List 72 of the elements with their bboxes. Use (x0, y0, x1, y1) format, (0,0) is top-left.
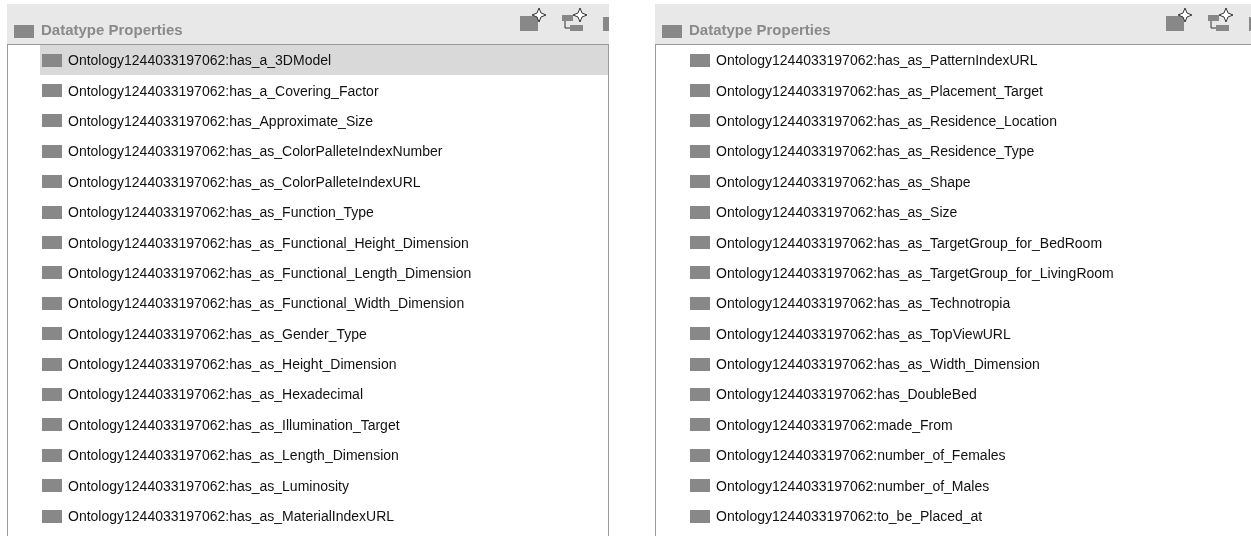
property-icon (690, 479, 710, 493)
property-icon (690, 236, 710, 250)
tree-item[interactable]: Ontology1244033197062:has_as_Functional_Width_Dimension (40, 288, 608, 319)
property-icon (690, 388, 710, 401)
property-icon (42, 114, 62, 128)
tree-item[interactable]: Ontology1244033197062:has_as_Hexadecimal (40, 379, 608, 410)
property-icon (42, 479, 62, 493)
tree-item[interactable]: Ontology1244033197062:has_as_PatternIndexURL (688, 45, 1251, 76)
property-icon (42, 175, 62, 189)
tree-item[interactable]: Ontology1244033197062:has_as_MaterialIndexURL (40, 500, 608, 532)
tree-item[interactable]: Ontology1244033197062:has_as_Residence_Type (688, 136, 1251, 167)
add-property-icon[interactable] (519, 7, 547, 33)
tree-item[interactable]: Ontology1244033197062:has_as_Function_Type (40, 196, 608, 228)
tree-item[interactable]: Ontology1244033197062:has_as_Functional_Height_Dimension (40, 227, 608, 258)
tree-item[interactable]: Ontology1244033197062:has_as_TargetGroup_for_LivingRoom (688, 257, 1251, 289)
panel-title: Datatype Properties (689, 21, 831, 38)
property-icon (42, 448, 62, 462)
property-icon (42, 418, 62, 432)
property-icon (42, 266, 62, 280)
property-icon (42, 53, 62, 67)
property-icon (690, 327, 710, 341)
tree-item[interactable]: Ontology1244033197062:has_as_Size (688, 196, 1251, 228)
tree-item[interactable]: Ontology1244033197062:has_as_Gender_Type (40, 318, 608, 349)
tree-item[interactable]: Ontology1244033197062:has_as_Luminosity (40, 470, 608, 501)
tree-item[interactable]: Ontology1244033197062:has_as_Width_Dimension (688, 348, 1251, 380)
property-icon (690, 357, 710, 371)
property-icon (690, 175, 710, 189)
folder-icon (14, 25, 34, 38)
add-subproperty-icon[interactable] (561, 7, 589, 33)
property-icon (690, 144, 710, 158)
tree-item[interactable]: Ontology1244033197062:has_as_Technotropia (688, 288, 1251, 319)
property-icon (42, 357, 62, 371)
tree-item[interactable]: Ontology1244033197062:has_as_Functional_Length_Dimension (40, 257, 608, 289)
property-icon (690, 53, 710, 67)
tree-item[interactable]: Ontology1244033197062:has_as_ColorPalleteIndexURL (40, 166, 608, 197)
property-icon (690, 448, 710, 462)
property-icon (42, 388, 62, 401)
property-icon (42, 296, 62, 310)
property-icon (42, 84, 62, 98)
add-subproperty-icon[interactable] (1207, 7, 1235, 33)
property-icon (42, 327, 62, 341)
add-property-icon[interactable] (1165, 7, 1193, 33)
tree-item[interactable]: Ontology1244033197062:has_as_Height_Dimension (40, 348, 608, 380)
property-icon (42, 509, 62, 523)
tree-item[interactable]: Ontology1244033197062:has_as_Shape (688, 166, 1251, 197)
tree-item[interactable]: Ontology1244033197062:has_as_ColorPalleteIndexNumber (40, 136, 608, 167)
tree-item[interactable]: Ontology1244033197062:to_be_Placed_at (688, 500, 1251, 532)
tree-item[interactable]: Ontology1244033197062:number_of_Males (688, 470, 1251, 501)
property-icon (690, 114, 710, 128)
tree-item[interactable]: Ontology1244033197062:has_DoubleBed (688, 379, 1251, 410)
tree-item[interactable]: Ontology1244033197062:has_a_Covering_Factor (40, 75, 608, 106)
property-icon (690, 509, 710, 523)
property-icon (42, 236, 62, 250)
panel-title: Datatype Properties (41, 21, 183, 38)
property-icon (690, 418, 710, 432)
property-icon (690, 205, 710, 219)
property-icon (690, 266, 710, 280)
tree-item[interactable]: Ontology1244033197062:has_as_Length_Dimension (40, 440, 608, 471)
property-icon (42, 144, 62, 158)
tree-item[interactable]: Ontology1244033197062:has_as_TargetGroup_for_BedRoom (688, 227, 1251, 258)
property-icon (42, 205, 62, 219)
property-icon (690, 296, 710, 310)
tree-item[interactable]: Ontology1244033197062:has_as_Residence_Location (688, 105, 1251, 137)
tree-item[interactable]: Ontology1244033197062:has_as_TopViewURL (688, 318, 1251, 349)
tree-item[interactable]: Ontology1244033197062:has_a_3DModel (40, 45, 608, 76)
tree-item[interactable]: Ontology1244033197062:number_of_Females (688, 440, 1251, 471)
tree-item[interactable]: Ontology1244033197062:made_From (688, 409, 1251, 441)
tree-item[interactable]: Ontology1244033197062:has_Approximate_Size (40, 105, 608, 137)
property-icon (690, 84, 710, 98)
folder-icon (662, 25, 682, 38)
tree-item[interactable]: Ontology1244033197062:has_as_Placement_Target (688, 75, 1251, 106)
tree-item[interactable]: Ontology1244033197062:has_as_Illumination_Target (40, 409, 608, 441)
